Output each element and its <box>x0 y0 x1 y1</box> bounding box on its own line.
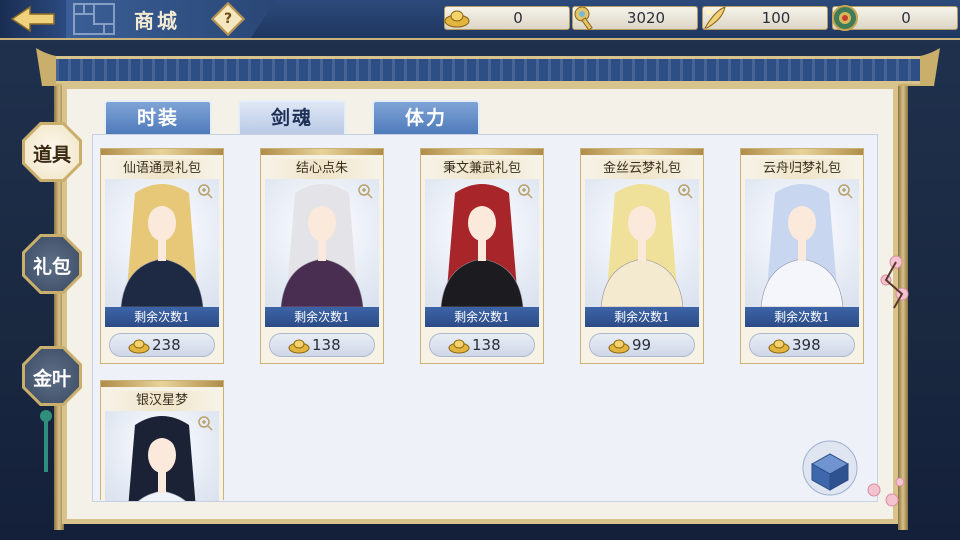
tab-sword-soul[interactable]: 剑魂 <box>238 100 346 134</box>
currency-gold-value: 0 <box>513 9 523 27</box>
remaining-count: 剩余次数1 <box>585 307 699 327</box>
currency-gold: 0 <box>444 6 570 30</box>
gold-ingot-icon <box>444 10 470 28</box>
currency-jade-value: 3020 <box>626 9 666 27</box>
currency-stamina: 100 <box>702 6 828 30</box>
buy-button[interactable]: 138 <box>269 333 375 357</box>
gold-ingot-icon <box>608 339 630 354</box>
plum-blossom-icon <box>880 255 909 309</box>
buy-button[interactable]: 398 <box>749 333 855 357</box>
lattice-ornament-icon <box>73 3 115 35</box>
item-price: 138 <box>312 336 341 354</box>
character-portrait <box>265 179 379 307</box>
back-arrow-icon <box>10 5 55 33</box>
category-props-label: 道具 <box>32 144 71 166</box>
item-price: 99 <box>632 336 652 354</box>
character-portrait <box>745 179 859 307</box>
plum-blossom-icon <box>867 477 905 507</box>
item-name: 银汉星梦 <box>107 391 217 411</box>
tab-fashion[interactable]: 时装 <box>104 100 212 134</box>
gold-ingot-icon <box>288 339 310 354</box>
character-portrait <box>585 179 699 307</box>
item-card[interactable]: 银汉星梦 <box>100 380 224 501</box>
treasure-chest-icon <box>802 440 858 496</box>
zoom-icon[interactable] <box>837 183 853 199</box>
item-name: 云舟归梦礼包 <box>747 159 857 179</box>
item-price: 238 <box>152 336 181 354</box>
buy-button[interactable]: 138 <box>429 333 535 357</box>
item-card[interactable]: 结心点朱 剩余次数1 138 <box>260 148 384 364</box>
buy-button[interactable]: 99 <box>589 333 695 357</box>
gift-chest-button[interactable] <box>800 440 860 496</box>
item-card[interactable]: 云舟归梦礼包 剩余次数1 398 <box>740 148 864 364</box>
item-name: 秉文兼武礼包 <box>427 159 537 179</box>
item-card[interactable]: 金丝云梦礼包 剩余次数1 99 <box>580 148 704 364</box>
item-card[interactable]: 秉文兼武礼包 剩余次数1 138 <box>420 148 544 364</box>
page-title: 商城 <box>134 9 180 33</box>
currency-stamina-value: 100 <box>761 9 791 27</box>
remaining-count: 剩余次数1 <box>745 307 859 327</box>
item-card[interactable]: 仙语通灵礼包 剩余次数1 238 <box>100 148 224 364</box>
green-coin-icon <box>832 5 858 31</box>
remaining-count: 剩余次数1 <box>105 307 219 327</box>
zoom-icon[interactable] <box>197 183 213 199</box>
category-packs-label: 礼包 <box>32 256 71 278</box>
item-name: 结心点朱 <box>267 159 377 179</box>
top-bar: 商城 ? 0 3020 100 0 <box>0 0 960 40</box>
zoom-icon[interactable] <box>677 183 693 199</box>
currency-jade: 3020 <box>572 6 698 31</box>
zoom-icon[interactable] <box>517 183 533 199</box>
currency-coin-value: 0 <box>901 9 911 27</box>
remaining-count: 剩余次数1 <box>265 307 379 327</box>
item-price: 398 <box>792 336 821 354</box>
currency-coin: 0 <box>832 5 958 31</box>
category-packs[interactable]: 礼包 <box>16 228 88 300</box>
stamina-feather-icon <box>704 6 726 29</box>
roof-eave <box>36 46 940 88</box>
item-price: 138 <box>472 336 501 354</box>
remaining-count: 剩余次数1 <box>425 307 539 327</box>
back-button[interactable] <box>0 0 68 38</box>
character-portrait <box>105 179 219 307</box>
item-name: 仙语通灵礼包 <box>107 159 217 179</box>
item-name: 金丝云梦礼包 <box>587 159 697 179</box>
tab-stamina[interactable]: 体力 <box>372 100 480 134</box>
character-portrait <box>425 179 539 307</box>
zoom-icon[interactable] <box>197 415 213 431</box>
buy-button[interactable]: 238 <box>109 333 215 357</box>
gold-ingot-icon <box>768 339 790 354</box>
category-props[interactable]: 道具 <box>16 116 88 188</box>
category-gold-leaf-label: 金叶 <box>32 368 71 390</box>
category-gold-leaf[interactable]: 金叶 <box>16 340 88 412</box>
gold-ingot-icon <box>448 339 470 354</box>
jade-key-icon <box>574 6 593 31</box>
character-portrait <box>105 411 219 501</box>
zoom-icon[interactable] <box>357 183 373 199</box>
gold-ingot-icon <box>128 339 150 354</box>
